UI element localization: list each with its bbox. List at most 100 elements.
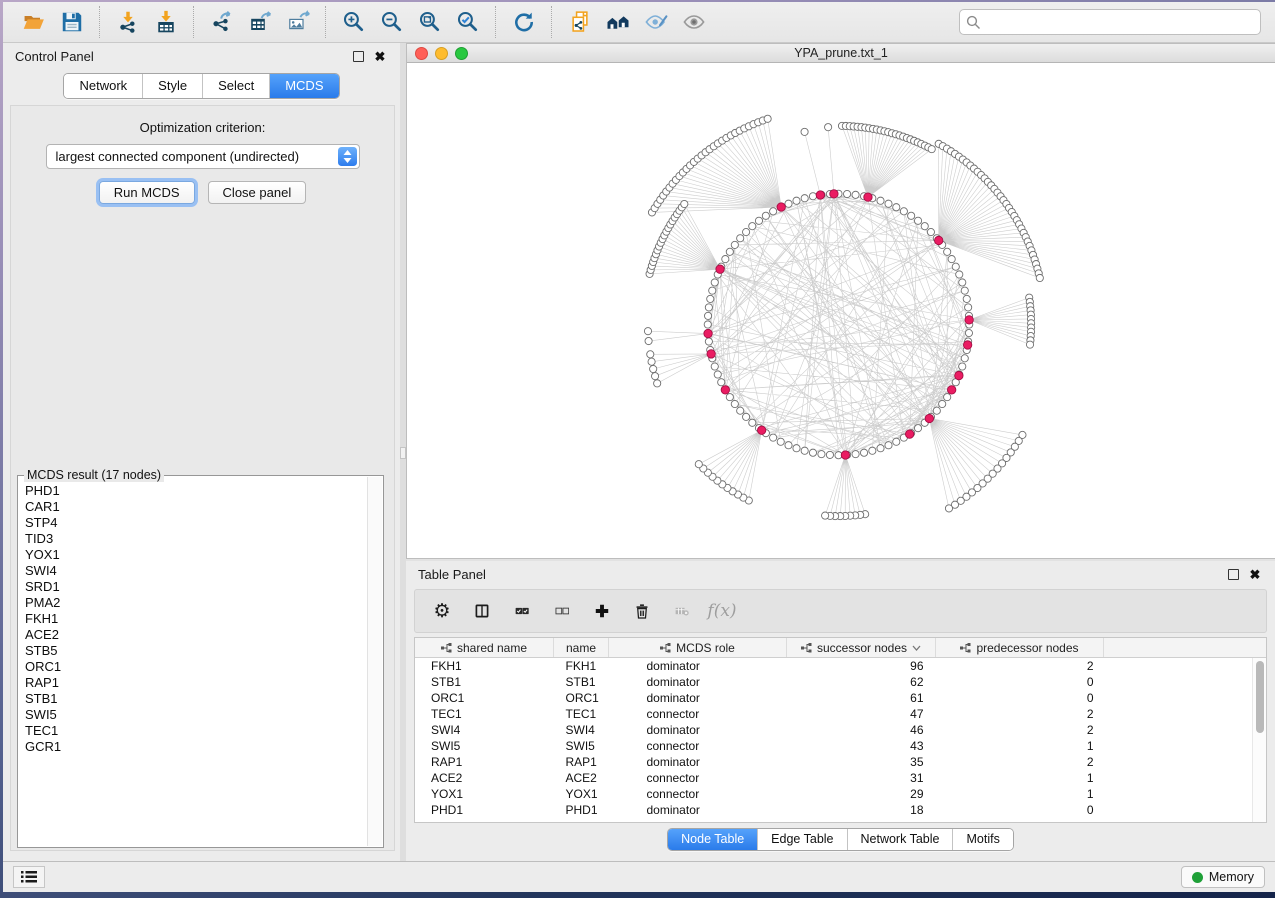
table-cell[interactable]: dominator xyxy=(609,802,787,818)
network-node[interactable] xyxy=(742,413,749,420)
network-node[interactable] xyxy=(731,241,738,248)
network-node[interactable] xyxy=(704,312,711,319)
table-cell[interactable]: STB1 xyxy=(415,674,554,690)
network-node[interactable] xyxy=(900,208,907,215)
zoom-fit-button[interactable] xyxy=(412,5,448,39)
network-node[interactable] xyxy=(731,400,738,407)
table-cell[interactable]: FKH1 xyxy=(554,658,609,675)
table-row[interactable]: YOX1YOX1connector291 xyxy=(415,786,1266,802)
network-node[interactable] xyxy=(1036,274,1043,281)
table-cell[interactable]: 29 xyxy=(787,786,936,802)
list-item[interactable]: SWI4 xyxy=(25,563,383,579)
network-node[interactable] xyxy=(711,279,718,286)
network-hub-node[interactable] xyxy=(721,386,729,394)
network-node[interactable] xyxy=(809,193,816,200)
optimization-criterion-select[interactable]: largest connected component (undirected) xyxy=(46,144,360,169)
run-mcds-button[interactable]: Run MCDS xyxy=(99,181,195,204)
float-table-panel-button[interactable] xyxy=(1225,566,1241,582)
search-input[interactable] xyxy=(985,14,1254,31)
network-node[interactable] xyxy=(654,380,661,387)
column-header-predecessor-nodes[interactable]: predecessor nodes xyxy=(936,638,1104,658)
network-node[interactable] xyxy=(822,512,829,519)
network-node[interactable] xyxy=(908,212,915,219)
network-node[interactable] xyxy=(939,400,946,407)
network-node[interactable] xyxy=(726,394,733,401)
network-node[interactable] xyxy=(749,419,756,426)
network-node[interactable] xyxy=(944,248,951,255)
table-row[interactable]: ACE2ACE2connector311 xyxy=(415,770,1266,786)
table-cell[interactable]: 2 xyxy=(936,754,1104,770)
table-cell[interactable]: YOX1 xyxy=(415,786,554,802)
network-node[interactable] xyxy=(718,379,725,386)
network-hub-node[interactable] xyxy=(757,426,765,434)
tab-select[interactable]: Select xyxy=(202,74,269,98)
export-table-button[interactable] xyxy=(242,5,278,39)
mcds-result-scrollbar[interactable] xyxy=(367,477,382,846)
table-cell[interactable]: RAP1 xyxy=(415,754,554,770)
network-hub-node[interactable] xyxy=(707,350,715,358)
table-cell[interactable]: dominator xyxy=(609,722,787,738)
table-cell[interactable]: 1 xyxy=(936,738,1104,754)
add-column-button[interactable] xyxy=(589,597,615,625)
list-item[interactable]: SRD1 xyxy=(25,579,383,595)
network-node[interactable] xyxy=(914,217,921,224)
network-node[interactable] xyxy=(826,451,833,458)
network-node[interactable] xyxy=(770,434,777,441)
network-hub-node[interactable] xyxy=(905,430,913,438)
network-node[interactable] xyxy=(921,223,928,230)
network-node[interactable] xyxy=(959,363,966,370)
list-item[interactable]: TEC1 xyxy=(25,723,383,739)
network-node[interactable] xyxy=(695,461,702,468)
network-node[interactable] xyxy=(645,337,652,344)
network-node[interactable] xyxy=(1026,341,1033,348)
network-node[interactable] xyxy=(711,363,718,370)
column-header-name[interactable]: name xyxy=(554,638,609,658)
network-hub-node[interactable] xyxy=(864,193,872,201)
network-node[interactable] xyxy=(777,438,784,445)
close-table-panel-button[interactable]: ✖ xyxy=(1247,566,1263,582)
list-item[interactable]: TID3 xyxy=(25,531,383,547)
network-node[interactable] xyxy=(793,197,800,204)
table-row[interactable]: RAP1RAP1dominator352 xyxy=(415,754,1266,770)
network-node[interactable] xyxy=(945,505,952,512)
network-node[interactable] xyxy=(785,442,792,449)
network-node[interactable] xyxy=(801,128,808,135)
table-options-gear-button[interactable]: ⚙ xyxy=(429,597,455,625)
list-item[interactable]: GCR1 xyxy=(25,739,383,755)
network-node[interactable] xyxy=(956,271,963,278)
list-item[interactable]: ORC1 xyxy=(25,659,383,675)
list-item[interactable]: FKH1 xyxy=(25,611,383,627)
float-panel-button[interactable] xyxy=(350,48,366,64)
network-node[interactable] xyxy=(722,256,729,263)
list-item[interactable]: PHD1 xyxy=(25,483,383,499)
network-node[interactable] xyxy=(961,355,968,362)
open-file-button[interactable] xyxy=(16,5,52,39)
table-cell[interactable]: 0 xyxy=(936,802,1104,818)
table-cell[interactable]: 35 xyxy=(787,754,936,770)
network-node[interactable] xyxy=(704,321,711,328)
function-builder-button[interactable]: f(x) xyxy=(709,597,735,625)
save-session-button[interactable] xyxy=(54,5,90,39)
network-node[interactable] xyxy=(885,200,892,207)
network-node[interactable] xyxy=(959,279,966,286)
list-item[interactable]: STB5 xyxy=(25,643,383,659)
network-node[interactable] xyxy=(885,442,892,449)
network-hub-node[interactable] xyxy=(925,414,933,422)
table-cell[interactable]: SWI4 xyxy=(415,722,554,738)
table-cell[interactable]: connector xyxy=(609,706,787,722)
table-row[interactable]: PHD1PHD1dominator180 xyxy=(415,802,1266,818)
network-hub-node[interactable] xyxy=(955,371,963,379)
table-cell[interactable]: PHD1 xyxy=(554,802,609,818)
table-scrollbar[interactable] xyxy=(1252,658,1266,822)
network-node[interactable] xyxy=(965,329,972,336)
network-node[interactable] xyxy=(852,191,859,198)
tab-mcds[interactable]: MCDS xyxy=(269,74,338,98)
network-node[interactable] xyxy=(944,394,951,401)
tab-node-table[interactable]: Node Table xyxy=(668,829,757,850)
zoom-selected-button[interactable] xyxy=(450,5,486,39)
memory-button[interactable]: Memory xyxy=(1181,866,1265,888)
table-row[interactable]: ORC1ORC1dominator610 xyxy=(415,690,1266,706)
network-hub-node[interactable] xyxy=(935,236,943,244)
list-item[interactable]: STP4 xyxy=(25,515,383,531)
network-node[interactable] xyxy=(933,407,940,414)
